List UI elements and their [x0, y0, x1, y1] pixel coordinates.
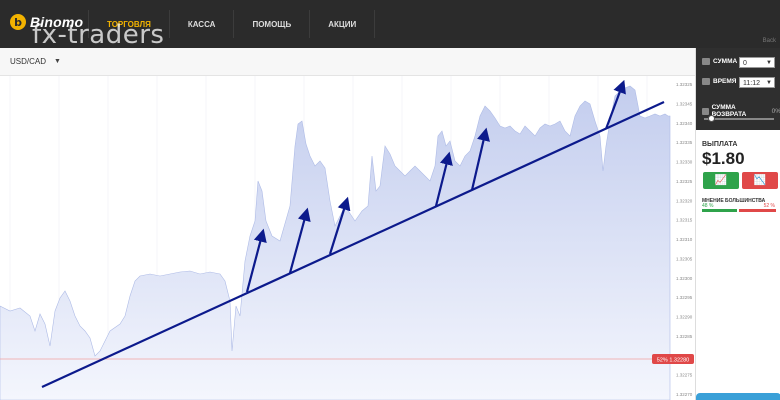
y-tick-label: 1.32270	[676, 392, 693, 397]
currency-pair-label: USD/CAD	[10, 57, 47, 66]
time-label: ВРЕМЯ	[713, 78, 737, 85]
y-tick-label: 1.32275	[676, 373, 693, 378]
y-tick-label: 1.32320	[676, 198, 693, 203]
y-tick-label: 1.32330	[676, 160, 693, 165]
top-navigation-bar: b Binomo ТОРГОВЛЯ КАССА ПОМОЩЬ АКЦИИ fx-…	[0, 0, 780, 50]
logo-coin-icon: b	[10, 14, 26, 30]
refund-icon	[702, 107, 709, 115]
opinion-down-bar	[738, 209, 776, 212]
nav-item-cashier[interactable]: КАССА	[168, 10, 234, 38]
trade-settings: СУММА 0 ▼ ВРЕМЯ 11:12 ▼ СУММА ВОЗВРАТА 0…	[696, 48, 780, 130]
chart-down-icon: 📉	[753, 175, 767, 186]
nav-item-promotions[interactable]: АКЦИИ	[309, 10, 376, 38]
y-tick-label: 1.32290	[676, 315, 693, 320]
y-tick-label: 1.32340	[676, 121, 693, 126]
amount-label: СУММА	[713, 58, 738, 65]
y-tick-label: 1.32300	[676, 276, 693, 281]
y-tick-label: 1.32315	[676, 218, 693, 223]
currency-pair-select[interactable]: USD/CAD ▼	[10, 57, 61, 66]
chart-toolbar: USD/CAD ▼	[0, 48, 695, 76]
wallet-icon	[702, 58, 710, 65]
y-tick-label: 1.32335	[676, 140, 693, 145]
y-tick-label: 1.32295	[676, 295, 693, 300]
caret-down-icon: ▼	[766, 80, 772, 86]
amount-row: СУММА	[702, 58, 737, 65]
y-tick-label: 1.32285	[676, 334, 693, 339]
price-axis: 1.32325 1.32345 1.32340 1.32335 1.32330 1.323…	[676, 82, 693, 397]
payout-label: ВЫПЛАТА	[702, 141, 738, 148]
amount-value: 0	[743, 60, 747, 67]
chart-canvas: 1.32325 1.32345 1.32340 1.32335 1.32330 1.323…	[0, 76, 694, 400]
y-tick-label: 1.32325	[676, 82, 693, 87]
chart-up-icon: 📈	[714, 175, 728, 186]
price-area-series	[0, 85, 671, 400]
return-label: СУММА ВОЗВРАТА	[711, 104, 747, 118]
trade-panel: СУММА 0 ▼ ВРЕМЯ 11:12 ▼ СУММА ВОЗВРАТА 0…	[695, 48, 780, 400]
price-chart[interactable]: 1.32325 1.32345 1.32340 1.32335 1.32330 1.323…	[0, 76, 695, 400]
nav-item-help[interactable]: ПОМОЩЬ	[233, 10, 309, 38]
caret-down-icon: ▼	[766, 60, 772, 66]
time-row: ВРЕМЯ	[702, 78, 736, 85]
majority-opinion-bar	[702, 209, 776, 212]
amount-field[interactable]: 0 ▼	[739, 57, 775, 68]
return-slider-handle[interactable]	[708, 115, 715, 122]
calendar-icon	[702, 78, 710, 85]
watermark-text: fx-traders	[32, 20, 165, 50]
y-tick-label: 1.32305	[676, 256, 693, 261]
put-down-button[interactable]: 📉	[742, 172, 778, 189]
watermark: fx-traders	[32, 20, 164, 50]
call-up-button[interactable]: 📈	[703, 172, 739, 189]
y-tick-label: 1.32325	[676, 179, 693, 184]
payout-value: $1.80	[702, 149, 745, 168]
return-percent: 0%	[771, 107, 780, 115]
time-value: 11:12	[743, 80, 760, 87]
current-price-tag: 52% 1.32280	[657, 358, 689, 364]
opinion-up-bar	[702, 209, 737, 212]
top-right-link[interactable]: Back	[763, 38, 776, 44]
caret-down-icon: ▼	[54, 58, 61, 65]
y-tick-label: 1.32310	[676, 237, 693, 242]
y-tick-label: 1.32345	[676, 101, 693, 106]
bottom-panel-tab[interactable]	[696, 393, 780, 400]
time-select[interactable]: 11:12 ▼	[739, 77, 775, 88]
